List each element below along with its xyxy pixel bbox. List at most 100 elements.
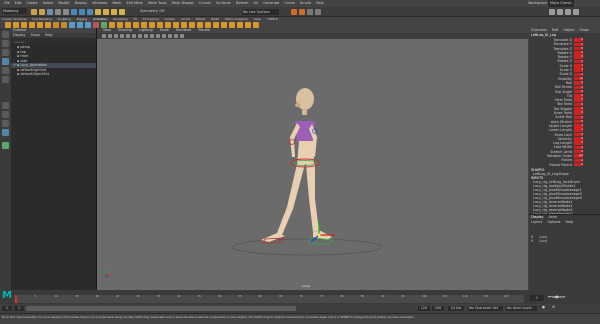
snap-plane-icon[interactable]: [119, 8, 125, 15]
current-frame-field[interactable]: 1: [530, 295, 544, 301]
menu-create[interactable]: Create: [26, 0, 37, 7]
channel-label[interactable]: Follow Parent: [529, 163, 574, 167]
channel-value-field[interactable]: 0: [574, 132, 583, 137]
constrain-scale-icon[interactable]: [157, 21, 163, 28]
persp-outliner-layout-icon[interactable]: [2, 129, 9, 136]
graph-editor-icon[interactable]: [53, 21, 59, 28]
render-current-icon[interactable]: [291, 8, 297, 15]
rotate-tool-icon[interactable]: [2, 67, 9, 74]
viewport-panel[interactable]: View Shading Lighting Show Renderer Pane…: [97, 28, 528, 290]
search-icon[interactable]: [2, 142, 9, 149]
redo-icon[interactable]: [63, 8, 69, 15]
cluster-icon[interactable]: [221, 21, 227, 28]
menu-mesh-display[interactable]: Mesh Display: [172, 0, 195, 7]
channel-row[interactable]: Follow Parent 0: [529, 163, 600, 167]
undo-icon[interactable]: [55, 8, 61, 15]
wrap-icon[interactable]: [237, 21, 243, 28]
channel-value-field[interactable]: 0: [574, 137, 583, 141]
bake-simulation-icon[interactable]: [125, 21, 131, 28]
menu-edit-mesh[interactable]: Edit Mesh: [126, 0, 143, 7]
outliner-item-object-set[interactable]: ▪ defaultObjectSet: [11, 72, 96, 77]
channel-value-field[interactable]: 0: [574, 81, 583, 85]
menu-edit[interactable]: Edit: [15, 0, 22, 7]
image-plane-icon[interactable]: [120, 34, 124, 38]
snap-curve-icon[interactable]: [103, 8, 109, 15]
symmetry-label[interactable]: Symmetry: Off: [140, 7, 165, 16]
single-pane-layout-icon[interactable]: [2, 102, 9, 109]
ik-handle-icon[interactable]: [181, 21, 187, 28]
menu-windows[interactable]: Windows: [92, 0, 107, 7]
ground-circle-control[interactable]: [231, 238, 383, 256]
modeling-toolkit-icon[interactable]: [549, 8, 555, 15]
viewport-scene[interactable]: [97, 39, 528, 290]
ghost-icon[interactable]: [77, 21, 83, 28]
select-hierarchy-icon[interactable]: [71, 8, 77, 15]
select-tool-icon[interactable]: [2, 31, 9, 38]
hypershade-icon[interactable]: [315, 8, 321, 15]
ipr-render-icon[interactable]: [299, 8, 305, 15]
layer-tab-display[interactable]: Display: [531, 215, 544, 219]
set-key-scale-icon[interactable]: [29, 21, 35, 28]
pole-vector-icon[interactable]: [173, 21, 179, 28]
outliner-menu-help[interactable]: Help: [45, 33, 53, 37]
channel-value-field[interactable]: 1: [574, 64, 583, 68]
snap-point-icon[interactable]: [111, 8, 117, 15]
breakdown-key-icon[interactable]: [37, 21, 43, 28]
channel-box-icon[interactable]: [573, 8, 579, 15]
snap-grid-icon[interactable]: [95, 8, 101, 15]
select-object-icon[interactable]: [79, 8, 85, 15]
move-tool-icon[interactable]: [2, 58, 9, 65]
channel-value-field[interactable]: 0: [574, 115, 583, 120]
channel-value-field[interactable]: 0: [574, 111, 583, 115]
lights-icon[interactable]: [162, 34, 166, 38]
menu-cache[interactable]: Cache: [284, 0, 295, 7]
menu-display[interactable]: Display: [75, 0, 88, 7]
channel-value-field[interactable]: 0: [574, 98, 583, 102]
anim-end-field[interactable]: 200: [432, 306, 444, 311]
set-key-icon[interactable]: [5, 21, 11, 28]
channel-box-tab-show[interactable]: Show: [580, 28, 589, 32]
outliner-menu-display[interactable]: Display: [13, 33, 26, 37]
blend-shape-icon[interactable]: [213, 21, 219, 28]
channel-value-field[interactable]: xyz: [574, 154, 583, 158]
anim-layer-dropdown[interactable]: No Anim Layer: [506, 306, 537, 311]
textured-icon[interactable]: [156, 34, 160, 38]
layer-menu-layers[interactable]: Layers: [531, 220, 542, 224]
menu-file[interactable]: File: [4, 0, 10, 7]
constrain-point-icon[interactable]: [141, 21, 147, 28]
auto-key-icon[interactable]: ●: [542, 305, 545, 309]
menu-uv[interactable]: UV: [253, 0, 258, 7]
channel-value-field[interactable]: 0: [574, 149, 583, 154]
scale-tool-icon[interactable]: [2, 76, 9, 83]
paint-weights-icon[interactable]: [205, 21, 211, 28]
layer-row[interactable]: V Lucy: [529, 239, 600, 243]
dope-sheet-icon[interactable]: [61, 21, 67, 28]
camera-sequencer-icon[interactable]: [101, 21, 107, 28]
menu-arnold[interactable]: Arnold: [300, 0, 311, 7]
range-start-field[interactable]: 1: [14, 306, 24, 311]
film-gate-icon[interactable]: [132, 34, 136, 38]
channel-value-field[interactable]: 0: [574, 94, 583, 98]
channel-value-field[interactable]: 0: [574, 55, 583, 59]
menu-deform[interactable]: Deform: [236, 0, 249, 7]
delete-key-icon[interactable]: [45, 21, 51, 28]
set-key-rotate-icon[interactable]: [21, 21, 27, 28]
attribute-editor-icon[interactable]: [557, 8, 563, 15]
channel-value-field[interactable]: 0: [574, 158, 583, 163]
channel-box-tab-object[interactable]: Object: [563, 28, 574, 32]
character-set-dropdown[interactable]: No Character Set: [468, 306, 503, 311]
go-to-end-icon[interactable]: ⏭: [562, 294, 566, 299]
channel-box-tab-edit[interactable]: Edit: [552, 28, 559, 32]
layer-menu-help[interactable]: Help: [565, 220, 573, 224]
menu-mesh[interactable]: Mesh: [112, 0, 121, 7]
anim-start-field[interactable]: 1: [2, 306, 12, 311]
channel-value-field[interactable]: 0: [574, 51, 583, 55]
constrain-aim-icon[interactable]: [165, 21, 171, 28]
channel-value-field[interactable]: 0: [574, 141, 583, 145]
channel-value-field[interactable]: 0: [574, 42, 583, 47]
constrain-parent-icon[interactable]: [133, 21, 139, 28]
wire-icon[interactable]: [245, 21, 251, 28]
channel-value-field[interactable]: 1: [574, 124, 583, 128]
grid-icon[interactable]: [126, 34, 130, 38]
trax-editor-icon[interactable]: [109, 21, 115, 28]
